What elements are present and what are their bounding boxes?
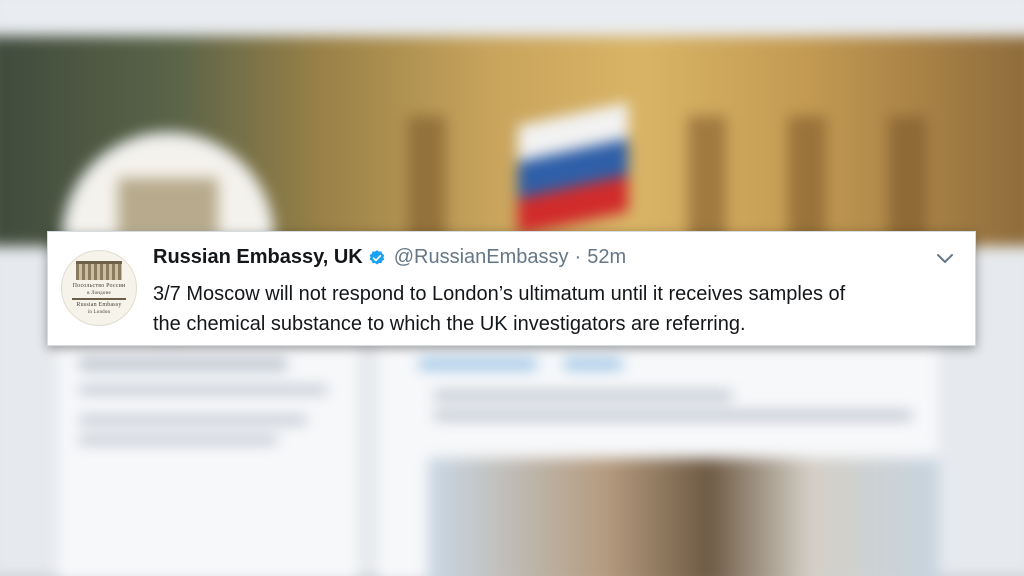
background-text-bar (78, 416, 308, 424)
avatar-caption-line4: in London (87, 310, 111, 315)
background-text-bar (433, 411, 913, 420)
background-bio-card (58, 341, 358, 576)
avatar-divider (72, 298, 126, 300)
display-name[interactable]: Russian Embassy, UK (153, 246, 363, 269)
verified-badge-icon (369, 249, 384, 265)
avatar-caption-line2: в Лондоне (87, 291, 111, 296)
tweet-text-line1: 3/7 Moscow will not respond to London’s … (153, 283, 846, 305)
background-avatar-emblem (118, 178, 218, 238)
avatar-caption-line3: Russian Embassy (76, 302, 122, 308)
background-text-bar (78, 436, 278, 444)
tweet-card[interactable]: Посольство России в Лондоне Russian Emba… (47, 231, 976, 346)
background-tweet-photo (428, 458, 938, 576)
background-tab-bar (563, 358, 623, 370)
background-text-bar (78, 386, 328, 394)
separator-dot: · (574, 246, 582, 268)
avatar-caption-line1: Посольство России (72, 283, 126, 289)
embassy-avatar[interactable]: Посольство России в Лондоне Russian Emba… (61, 250, 137, 326)
background-flag (518, 102, 628, 235)
user-handle[interactable]: @RussianEmbassy (394, 246, 569, 269)
background-text-bar (78, 358, 288, 370)
tweet-text: 3/7 Moscow will not respond to London’s … (153, 279, 953, 339)
video-frame: Посольство России в Лондоне Russian Emba… (0, 0, 1024, 576)
background-text-bar (433, 391, 733, 400)
tweet-text-line2: the chemical substance to which the UK i… (153, 313, 746, 335)
embassy-building-icon (76, 261, 122, 280)
background-tab-bar (418, 358, 538, 370)
tweet-header: Russian Embassy, UK @RussianEmbassy · 52… (153, 246, 626, 269)
chevron-down-icon[interactable] (935, 251, 955, 265)
tweet-timestamp[interactable]: 52m (587, 246, 626, 269)
